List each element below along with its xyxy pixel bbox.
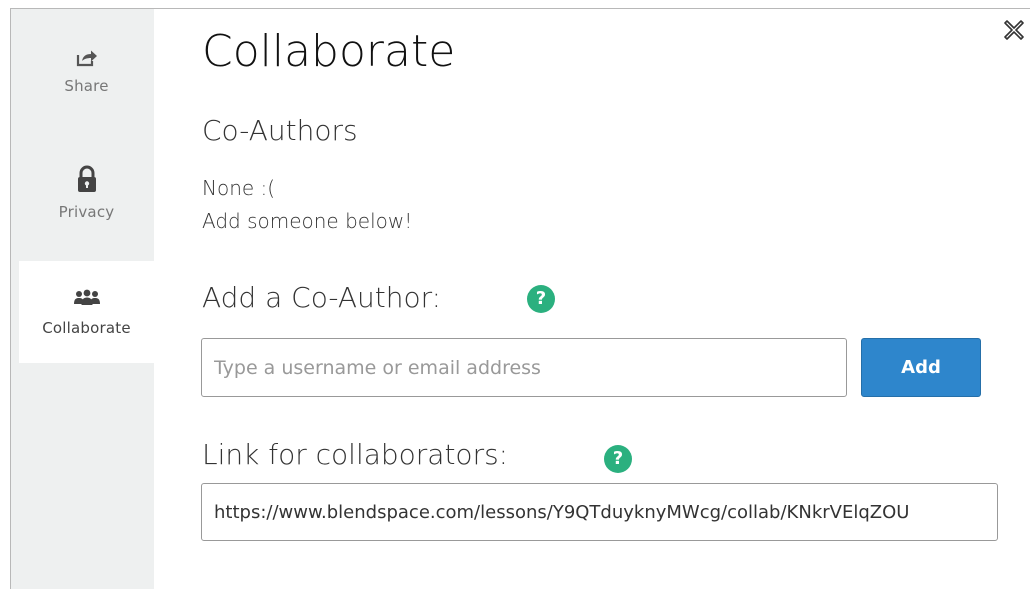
coauthor-search-input[interactable] bbox=[201, 338, 847, 397]
sidebar: Share Privacy Collaborate bbox=[11, 9, 154, 589]
add-coauthor-heading: Add a Co-Author: bbox=[202, 281, 442, 314]
collaborate-dialog: Share Privacy Collaborate Collaborate Co… bbox=[0, 0, 1030, 589]
add-coauthor-button[interactable]: Add bbox=[861, 338, 981, 397]
sidebar-item-collaborate[interactable]: Collaborate bbox=[19, 261, 154, 363]
coauthors-heading: Co-Authors bbox=[202, 114, 358, 147]
sidebar-item-label: Privacy bbox=[58, 203, 115, 221]
help-icon[interactable]: ? bbox=[604, 445, 632, 473]
help-icon[interactable]: ? bbox=[527, 285, 555, 313]
sidebar-item-privacy[interactable]: Privacy bbox=[19, 135, 154, 237]
lock-icon bbox=[19, 165, 154, 193]
close-icon bbox=[1001, 20, 1027, 47]
sidebar-item-label: Collaborate bbox=[42, 319, 131, 337]
add-someone-hint: Add someone below! bbox=[202, 209, 413, 233]
collaborator-link-field[interactable] bbox=[201, 483, 998, 541]
share-icon bbox=[19, 49, 154, 67]
sidebar-item-share[interactable]: Share bbox=[19, 9, 154, 111]
close-button[interactable] bbox=[1001, 17, 1027, 43]
no-coauthors-text: None :( bbox=[202, 176, 276, 200]
page-title: Collaborate bbox=[202, 26, 456, 77]
sidebar-item-label: Share bbox=[64, 77, 109, 95]
collaborator-link-heading: Link for collaborators: bbox=[202, 438, 509, 471]
people-icon bbox=[19, 289, 154, 305]
dialog-border-top bbox=[10, 8, 1030, 9]
